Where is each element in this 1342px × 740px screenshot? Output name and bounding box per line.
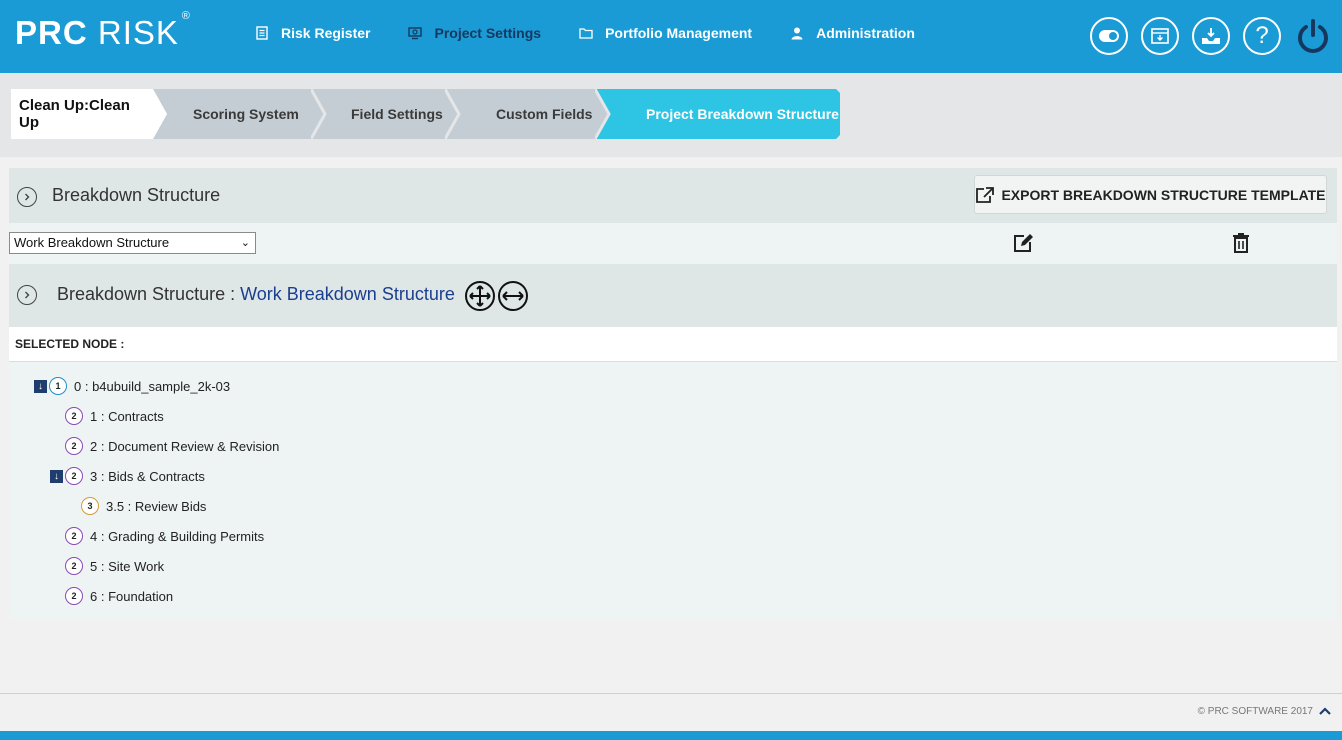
- breakdown-structure-select[interactable]: Work Breakdown Structure ⌄: [9, 232, 256, 254]
- level-badge: 1: [49, 377, 67, 395]
- chevron-up-icon[interactable]: [1318, 704, 1332, 718]
- footer-divider: [0, 693, 1342, 694]
- nav-label: Portfolio Management: [605, 25, 753, 41]
- structure-title-prefix: Breakdown Structure :: [57, 284, 241, 304]
- main-nav: Risk Register Project Settings Portfolio…: [255, 25, 953, 41]
- level-badge: 2: [65, 407, 83, 425]
- tree-node-label: 6 : Foundation: [90, 588, 174, 604]
- tree-node-label: 0 : b4ubuild_sample_2k-03: [74, 378, 231, 394]
- horizontal-resize-icon[interactable]: [497, 280, 529, 312]
- structure-detail-panel-header: Breakdown Structure : Work Breakdown Str…: [9, 264, 1337, 327]
- user-icon: [791, 27, 803, 40]
- wizard-step-scoring-system[interactable]: [153, 89, 325, 139]
- tree-node-label: 3.5 : Review Bids: [106, 498, 207, 514]
- selected-node-bar: SELECTED NODE :: [9, 327, 1337, 362]
- tree-node[interactable]: ↓ 1 0 : b4ubuild_sample_2k-03: [34, 376, 230, 396]
- bottom-bar: [0, 731, 1342, 740]
- top-icon-group: ?: [1090, 17, 1332, 55]
- registered-mark: ®: [181, 10, 191, 22]
- list-icon: [256, 26, 268, 40]
- wizard-step-project-breakdown-structure[interactable]: [595, 89, 840, 139]
- select-value: Work Breakdown Structure: [14, 235, 170, 250]
- export-breakdown-template-button[interactable]: EXPORT BREAKDOWN STRUCTURE TEMPLATE: [974, 175, 1327, 214]
- help-icon[interactable]: ?: [1243, 17, 1281, 55]
- structure-select-row: Work Breakdown Structure ⌄: [9, 223, 1337, 263]
- nav-label: Administration: [816, 25, 915, 41]
- tree-node[interactable]: 2 4 : Grading & Building Permits: [65, 526, 264, 546]
- tree-node-label: 4 : Grading & Building Permits: [90, 528, 265, 544]
- level-badge: 2: [65, 557, 83, 575]
- wizard-project-name: Clean Up:Clean Up: [11, 89, 153, 139]
- project-name-label: Clean Up:Clean Up: [19, 97, 130, 131]
- level-badge: 3: [81, 497, 99, 515]
- help-glyph: ?: [1255, 22, 1269, 49]
- tree-node[interactable]: 2 5 : Site Work: [65, 556, 164, 576]
- collapse-arrow-icon[interactable]: ↓: [50, 469, 63, 483]
- toggle-icon[interactable]: [1090, 17, 1128, 55]
- settings-wizard: Clean Up:Clean Up: [11, 89, 840, 139]
- nav-administration[interactable]: Administration: [790, 25, 915, 41]
- level-badge: 2: [65, 527, 83, 545]
- wizard-step-field-settings[interactable]: [311, 89, 459, 139]
- brand-logo[interactable]: PRC RISK ®: [15, 10, 190, 52]
- calendar-icon[interactable]: [1141, 17, 1179, 55]
- tree-node-label: 2 : Document Review & Revision: [90, 438, 280, 454]
- move-arrows-icon[interactable]: [464, 280, 496, 312]
- power-icon[interactable]: [1294, 17, 1332, 55]
- external-link-icon: [976, 186, 995, 203]
- wizard-step-custom-fields[interactable]: [445, 89, 609, 139]
- footer-copyright: © PRC SOFTWARE 2017: [1197, 706, 1313, 717]
- top-navigation-bar: PRC RISK ® Risk Register Project Settings…: [0, 0, 1342, 73]
- tree-node[interactable]: ↓ 2 3 : Bids & Contracts: [50, 466, 205, 486]
- settings-monitor-icon: [408, 27, 423, 40]
- edit-icon[interactable]: [1012, 232, 1034, 254]
- nav-label: Risk Register: [281, 25, 371, 41]
- chevron-down-icon: ⌄: [240, 237, 250, 249]
- selected-node-label: SELECTED NODE :: [15, 337, 125, 351]
- tree-node-label: 1 : Contracts: [90, 408, 164, 424]
- tree-node-label: 5 : Site Work: [90, 558, 165, 574]
- level-badge: 2: [65, 587, 83, 605]
- structure-title: Breakdown Structure : Work Breakdown Str…: [57, 284, 455, 305]
- tree-node[interactable]: 2 2 : Document Review & Revision: [65, 436, 279, 456]
- tree-node[interactable]: 2 6 : Foundation: [65, 586, 173, 606]
- trash-icon[interactable]: [1232, 232, 1250, 254]
- level-badge: 2: [65, 437, 83, 455]
- panel-title: Breakdown Structure: [52, 185, 221, 205]
- nav-risk-register[interactable]: Risk Register: [255, 25, 370, 41]
- chevron-right-circle-icon[interactable]: [17, 285, 37, 305]
- chevron-right-circle-icon[interactable]: [17, 187, 37, 207]
- structure-title-value: Work Breakdown Structure: [240, 284, 455, 304]
- tree-node-label: 3 : Bids & Contracts: [90, 468, 205, 484]
- collapse-arrow-icon[interactable]: ↓: [34, 379, 47, 393]
- level-badge: 2: [65, 467, 83, 485]
- export-button-label: EXPORT BREAKDOWN STRUCTURE TEMPLATE: [1001, 186, 1326, 203]
- breakdown-tree: [9, 362, 1337, 620]
- nav-portfolio-management[interactable]: Portfolio Management: [579, 25, 752, 41]
- tree-node[interactable]: 2 1 : Contracts: [65, 406, 164, 426]
- inbox-download-icon[interactable]: [1192, 17, 1230, 55]
- logo-text-bold: PRC: [15, 14, 88, 51]
- tree-node[interactable]: 3 3.5 : Review Bids: [81, 496, 206, 516]
- nav-project-settings[interactable]: Project Settings: [408, 25, 541, 41]
- logo-text-light: RISK: [87, 14, 179, 51]
- folder-icon: [579, 28, 593, 39]
- nav-label: Project Settings: [434, 25, 542, 41]
- breakdown-structure-panel-header: Breakdown Structure EXPORT BREAKDOWN STR…: [9, 168, 1337, 223]
